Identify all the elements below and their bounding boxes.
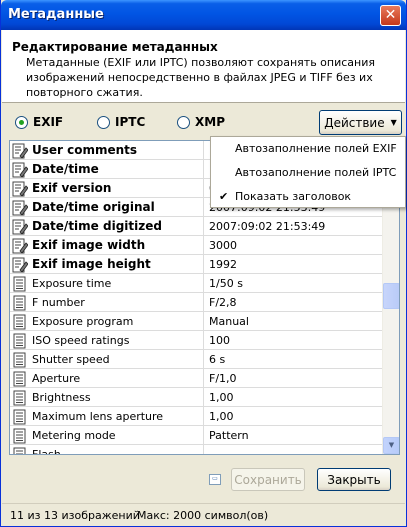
radio-exif[interactable]: EXIF xyxy=(15,113,63,131)
title-bar[interactable]: Метаданные ✕ xyxy=(1,0,406,30)
table-row[interactable]: Maximum lens aperture 1,00 xyxy=(10,407,383,426)
document-icon xyxy=(12,428,28,444)
menu-item-label: Показать заголовок xyxy=(235,190,352,203)
header-panel: Редактирование метаданных Метаданные (EX… xyxy=(2,30,405,103)
field-value[interactable]: Manual xyxy=(209,312,249,331)
field-name: Exif image height xyxy=(32,255,204,274)
field-value[interactable]: 6 s xyxy=(209,350,225,369)
menu-item-autofill-exif[interactable]: Автозаполнение полей EXIF xyxy=(211,137,405,161)
field-value[interactable]: F/2,8 xyxy=(209,293,237,312)
table-row[interactable]: Flash xyxy=(10,445,383,454)
table-row[interactable]: Metering mode Pattern xyxy=(10,426,383,445)
chevron-down-icon: ▼ xyxy=(390,118,397,127)
edit-field-icon xyxy=(12,162,28,178)
radio-exif-label: EXIF xyxy=(33,115,64,129)
edit-field-icon xyxy=(12,181,28,197)
edit-field-icon xyxy=(12,143,28,159)
field-name: User comments xyxy=(32,141,204,160)
table-row[interactable]: Shutter speed 6 s xyxy=(10,350,383,369)
close-icon[interactable]: ✕ xyxy=(380,5,401,26)
resize-icon[interactable]: ▭ xyxy=(209,474,221,485)
action-menu: Автозаполнение полей EXIF Автозаполнение… xyxy=(210,136,406,208)
document-icon xyxy=(12,352,28,368)
menu-item-autofill-iptc[interactable]: Автозаполнение полей IPTC xyxy=(211,161,405,185)
document-icon xyxy=(12,390,28,406)
edit-field-icon xyxy=(12,200,28,216)
field-value[interactable]: 1,00 xyxy=(209,388,234,407)
field-value[interactable]: 1,00 xyxy=(209,407,234,426)
status-max-chars: Макс: 2000 символ(ов) xyxy=(137,509,269,522)
field-value[interactable]: Pattern xyxy=(209,426,249,445)
field-name: ISO speed ratings xyxy=(32,331,204,350)
field-name: Date/time original xyxy=(32,198,204,217)
menu-item-label: Автозаполнение полей IPTC xyxy=(235,166,397,179)
document-icon xyxy=(12,276,28,292)
edit-field-icon xyxy=(12,257,28,273)
document-icon xyxy=(12,314,28,330)
field-name: Metering mode xyxy=(32,426,204,445)
menu-item-show-header[interactable]: ✔ Показать заголовок xyxy=(211,185,405,209)
field-value[interactable]: 3000 xyxy=(209,236,237,255)
header-description: Метаданные (EXIF или IPTC) позволяют сох… xyxy=(26,56,375,99)
table-row[interactable]: Date/time digitized 2007:09:02 21:53:49 xyxy=(10,217,383,236)
field-value[interactable]: 1992 xyxy=(209,255,237,274)
window-title: Метаданные xyxy=(8,7,104,22)
scroll-thumb[interactable] xyxy=(383,283,399,309)
edit-field-icon xyxy=(12,238,28,254)
field-name: Exposure time xyxy=(32,274,204,293)
radio-exif-dot[interactable] xyxy=(15,115,28,129)
save-button[interactable]: Сохранить xyxy=(231,468,305,491)
status-bar: 11 из 13 изображений Макс: 2000 символ(о… xyxy=(2,503,405,526)
action-button-label: Действие xyxy=(324,115,385,130)
edit-field-icon xyxy=(12,219,28,235)
close-button[interactable]: Закрыть xyxy=(317,468,391,491)
document-icon xyxy=(12,409,28,425)
radio-xmp[interactable]: XMP xyxy=(177,113,225,131)
field-value[interactable]: 1/50 s xyxy=(209,274,243,293)
table-row[interactable]: F number F/2,8 xyxy=(10,293,383,312)
action-button[interactable]: Действие ▼ xyxy=(319,110,402,135)
field-name: Date/time digitized xyxy=(32,217,204,236)
status-image-count: 11 из 13 изображений xyxy=(10,509,140,522)
table-row[interactable]: Exposure program Manual xyxy=(10,312,383,331)
metadata-window: Метаданные ✕ Редактирование метаданных М… xyxy=(0,0,407,527)
field-name: Date/time xyxy=(32,160,204,179)
table-row[interactable]: Aperture F/1,0 xyxy=(10,369,383,388)
document-icon xyxy=(12,371,28,387)
field-name: Exif image width xyxy=(32,236,204,255)
scroll-down-icon[interactable]: ▼ xyxy=(383,437,399,454)
field-name: Flash xyxy=(32,445,204,454)
document-icon xyxy=(12,447,28,454)
radio-xmp-label: XMP xyxy=(195,115,225,129)
radio-iptc-dot[interactable] xyxy=(97,115,110,129)
field-name: Exif version xyxy=(32,179,204,198)
field-value[interactable]: 2007:09:02 21:53:49 xyxy=(209,217,325,236)
header-title: Редактирование метаданных xyxy=(12,40,218,54)
table-row[interactable]: Exif image width 3000 xyxy=(10,236,383,255)
checkmark-icon: ✔ xyxy=(219,190,229,203)
table-row[interactable]: Exif image height 1992 xyxy=(10,255,383,274)
field-name: Brightness xyxy=(32,388,204,407)
field-name: Aperture xyxy=(32,369,204,388)
field-name: F number xyxy=(32,293,204,312)
field-value[interactable]: F/1,0 xyxy=(209,369,237,388)
radio-iptc[interactable]: IPTC xyxy=(97,113,145,131)
table-row[interactable]: ISO speed ratings 100 xyxy=(10,331,383,350)
radio-xmp-dot[interactable] xyxy=(177,115,190,129)
document-icon xyxy=(12,295,28,311)
field-name: Exposure program xyxy=(32,312,204,331)
table-row[interactable]: Brightness 1,00 xyxy=(10,388,383,407)
radio-iptc-label: IPTC xyxy=(115,115,146,129)
menu-item-label: Автозаполнение полей EXIF xyxy=(235,142,397,155)
field-value[interactable]: 100 xyxy=(209,331,230,350)
field-name: Maximum lens aperture xyxy=(32,407,204,426)
field-name: Shutter speed xyxy=(32,350,204,369)
document-icon xyxy=(12,333,28,349)
table-row[interactable]: Exposure time 1/50 s xyxy=(10,274,383,293)
